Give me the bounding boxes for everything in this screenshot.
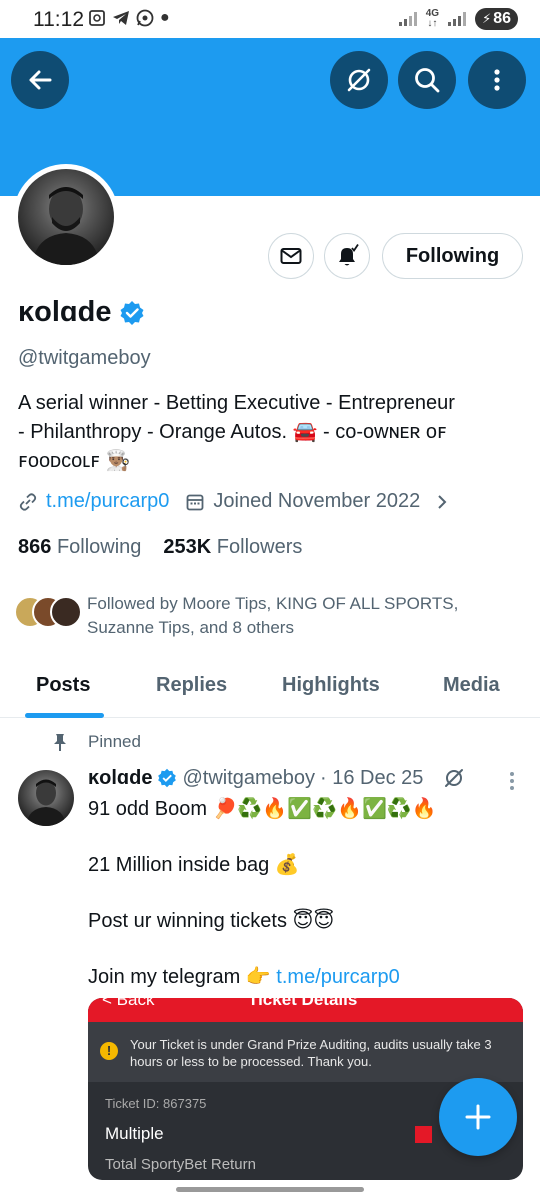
network-type: 4G ↓↑ bbox=[425, 8, 440, 29]
verified-badge-icon bbox=[158, 768, 177, 788]
profile-avatar[interactable] bbox=[13, 164, 119, 270]
tab-media[interactable]: Media bbox=[443, 674, 500, 697]
search-button[interactable] bbox=[398, 51, 456, 109]
telegram-icon bbox=[113, 11, 129, 25]
search-icon bbox=[415, 68, 440, 93]
grok-icon[interactable] bbox=[442, 766, 466, 790]
post-text-line: Post ur winning tickets 😇😇 bbox=[88, 910, 335, 932]
grok-icon bbox=[347, 68, 371, 92]
post-text-line: 91 odd Boom 🏓♻️🔥✅♻️🔥✅♻️🔥 bbox=[88, 798, 437, 820]
system-icons: 4G ↓↑ ⚡ 86 bbox=[398, 8, 518, 30]
bell-check-icon bbox=[339, 244, 359, 266]
ticket-status-marker bbox=[415, 1126, 432, 1143]
tab-highlights[interactable]: Highlights bbox=[282, 674, 380, 697]
profile-tabs: Posts Replies Highlights Media bbox=[0, 660, 540, 718]
ticket-bet-type: Multiple bbox=[105, 1124, 164, 1143]
ticket-header: < Back Ticket Details bbox=[88, 998, 523, 1022]
link-icon bbox=[19, 492, 37, 511]
charging-icon: ⚡ bbox=[482, 11, 492, 26]
plus-icon bbox=[465, 1104, 491, 1130]
following-button[interactable]: Following bbox=[382, 233, 523, 279]
post-date: · 16 Dec 25 bbox=[320, 766, 424, 789]
message-button[interactable] bbox=[268, 233, 314, 279]
more-options-button[interactable] bbox=[468, 51, 526, 109]
follow-counts: 866 Following 253K Followers bbox=[18, 536, 302, 559]
ticket-return-label: Total SportyBet Return bbox=[105, 1156, 256, 1173]
status-bar: 11:12 ● 4G ↓↑ ⚡ 86 bbox=[0, 0, 540, 38]
follower-avatar bbox=[50, 596, 82, 628]
post-header: ĸolɑde @twitgameboy · 16 Dec 25 bbox=[88, 766, 466, 790]
profile-handle: @twitgameboy bbox=[18, 347, 151, 369]
post-author-name[interactable]: ĸolɑde bbox=[88, 767, 152, 790]
following-count[interactable]: 866 Following bbox=[18, 536, 141, 559]
pin-icon bbox=[54, 734, 66, 751]
joined-date: Joined November 2022 bbox=[213, 490, 421, 512]
followed-by[interactable]: Followed by Moore Tips, KING OF ALL SPOR… bbox=[14, 592, 507, 640]
calendar-icon bbox=[186, 494, 204, 510]
arrow-left-icon bbox=[29, 70, 52, 90]
ticket-notice: ! Your Ticket is under Grand Prize Audit… bbox=[88, 1022, 523, 1082]
profile-meta: t.me/purcarp0 Joined November 2022 bbox=[18, 490, 452, 513]
tab-posts[interactable]: Posts bbox=[36, 674, 90, 697]
active-tab-indicator bbox=[25, 713, 104, 718]
dot-icon: ● bbox=[160, 9, 170, 26]
bio-line: ꜰᴏᴏᴅᴄᴏʟꜰ 👨🏽‍🍳 bbox=[18, 450, 131, 472]
verified-badge-icon[interactable] bbox=[119, 300, 145, 326]
compose-post-button[interactable] bbox=[439, 1078, 517, 1156]
whatsapp-icon bbox=[136, 9, 154, 27]
tab-replies[interactable]: Replies bbox=[156, 674, 227, 697]
screenshot-icon bbox=[89, 10, 105, 26]
more-vertical-icon bbox=[494, 69, 500, 91]
pinned-label: Pinned bbox=[50, 732, 141, 752]
signal-icon-2 bbox=[448, 12, 467, 26]
display-name: ĸolɑde bbox=[18, 296, 112, 328]
chevron-right-icon[interactable] bbox=[432, 492, 452, 512]
mail-icon bbox=[280, 248, 302, 264]
post-more-button[interactable] bbox=[504, 771, 520, 796]
post-telegram-link[interactable]: t.me/purcarp0 bbox=[276, 966, 399, 988]
bio-line: - Philanthropy - Orange Autos. 🚘 - ᴄᴏ-ᴏᴡ… bbox=[18, 421, 447, 443]
post-text-line: Join my telegram 👉 t.me/purcarp0 bbox=[88, 966, 400, 988]
status-time: 11:12 bbox=[33, 8, 84, 31]
person-silhouette-icon bbox=[26, 779, 66, 826]
followers-count[interactable]: 253K Followers bbox=[163, 536, 302, 559]
gesture-home-bar[interactable] bbox=[176, 1187, 364, 1192]
followed-by-text: Followed by Moore Tips, KING OF ALL SPOR… bbox=[87, 594, 459, 637]
post-author-handle[interactable]: @twitgameboy bbox=[182, 767, 315, 790]
ticket-id: Ticket ID: 867375 bbox=[105, 1096, 207, 1111]
profile-bio: A serial winner - Betting Executive - En… bbox=[18, 389, 518, 476]
more-vertical-icon bbox=[510, 772, 514, 790]
profile-link[interactable]: t.me/purcarp0 bbox=[46, 490, 169, 513]
back-button[interactable] bbox=[11, 51, 69, 109]
profile-name: ĸolɑde bbox=[18, 296, 145, 329]
grok-button[interactable] bbox=[330, 51, 388, 109]
post-author-avatar[interactable] bbox=[18, 770, 74, 826]
battery-indicator: ⚡ 86 bbox=[475, 8, 518, 30]
signal-icon bbox=[398, 12, 417, 26]
avatar-image bbox=[18, 169, 114, 265]
notification-icons: ● bbox=[88, 9, 170, 27]
post-text-line: 21 Million inside bag 💰 bbox=[88, 854, 300, 876]
warning-icon: ! bbox=[100, 1042, 118, 1060]
bio-line: A serial winner - Betting Executive - En… bbox=[18, 392, 455, 414]
followed-by-avatars bbox=[14, 596, 82, 632]
person-silhouette-icon bbox=[32, 187, 100, 265]
notifications-button[interactable] bbox=[324, 233, 370, 279]
battery-level: 86 bbox=[493, 10, 511, 27]
